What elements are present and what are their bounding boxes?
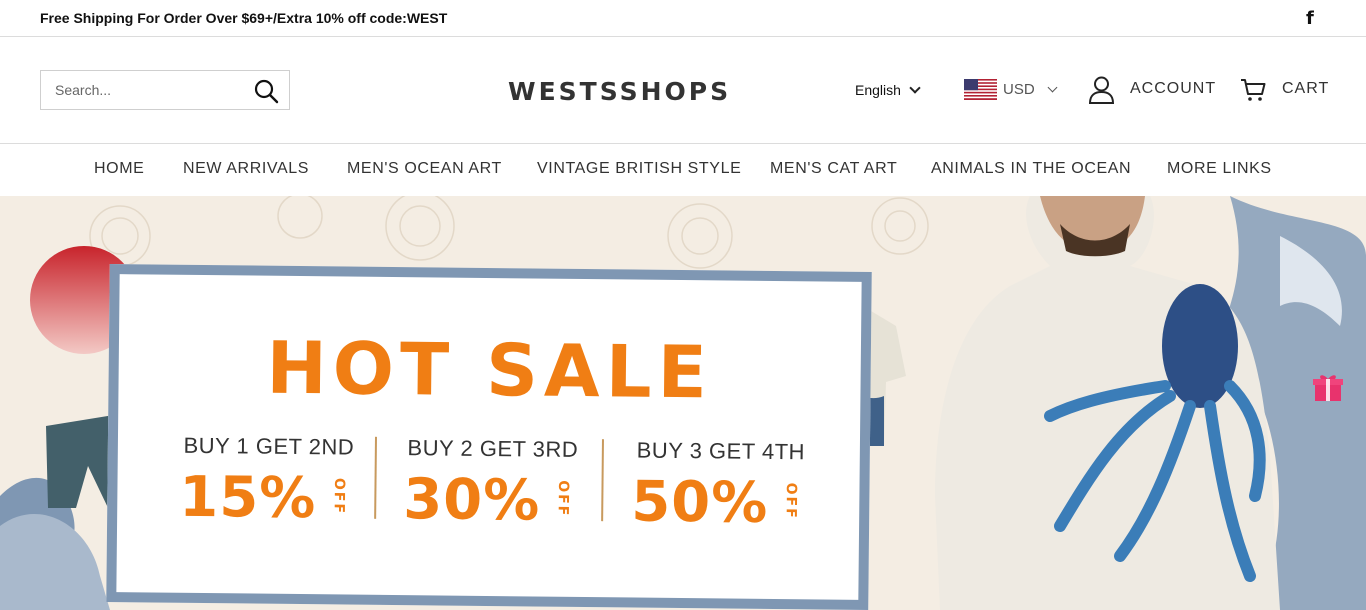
gift-icon[interactable]: [1313, 373, 1343, 403]
offer-2-off: OFF: [554, 479, 572, 517]
offer-1: BUY 1 GET 2ND 15% OFF: [163, 433, 374, 532]
cart-icon[interactable]: [1240, 77, 1266, 103]
nav-item-animals-in-the-ocean[interactable]: ANIMALS IN THE OCEAN: [931, 160, 1131, 178]
chevron-down-icon[interactable]: [1047, 82, 1058, 93]
us-flag-icon[interactable]: [964, 79, 997, 100]
offer-3-title: BUY 3 GET 4TH: [636, 437, 806, 465]
nav-item-home[interactable]: HOME: [94, 160, 144, 178]
hot-sale-headline: HOT SALE: [266, 325, 714, 415]
offer-1-percent: 15%: [178, 464, 317, 532]
language-selector[interactable]: English: [855, 82, 901, 98]
offer-2-percent: 30%: [402, 467, 541, 534]
offer-divider: [601, 439, 604, 522]
site-header: WESTSSHOPS English USD ACCOUNT CART: [0, 37, 1366, 144]
nav-item-mens-cat-art[interactable]: MEN'S CAT ART: [770, 160, 897, 178]
offer-1-title: BUY 1 GET 2ND: [183, 432, 355, 460]
chevron-down-icon[interactable]: [909, 82, 921, 94]
announcement-bar: Free Shipping For Order Over $69+/Extra …: [0, 0, 1366, 37]
search-icon[interactable]: [253, 78, 279, 104]
currency-selector[interactable]: USD: [1003, 81, 1035, 98]
offer-3-percent: 50%: [630, 469, 769, 536]
search-input[interactable]: [41, 71, 241, 109]
offer-2: BUY 2 GET 3RD 30% OFF: [387, 435, 598, 534]
search-box: [40, 70, 290, 110]
offer-2-title: BUY 2 GET 3RD: [407, 435, 579, 462]
user-icon[interactable]: [1088, 76, 1115, 104]
account-link[interactable]: ACCOUNT: [1130, 80, 1216, 98]
announcement-text: Free Shipping For Order Over $69+/Extra …: [40, 10, 448, 26]
hero-banner[interactable]: HOT SALE BUY 1 GET 2ND 15% OFF BUY 2 GET …: [0, 196, 1366, 610]
main-nav: HOME NEW ARRIVALS MEN'S OCEAN ART VINTAG…: [0, 144, 1366, 196]
offer-divider: [374, 436, 377, 519]
cart-link[interactable]: CART: [1282, 80, 1329, 98]
offer-3-off: OFF: [782, 482, 800, 520]
nav-item-new-arrivals[interactable]: NEW ARRIVALS: [183, 160, 309, 178]
facebook-icon[interactable]: f: [1306, 8, 1314, 29]
site-logo[interactable]: WESTSSHOPS: [508, 77, 731, 106]
offer-3: BUY 3 GET 4TH 50% OFF: [615, 437, 826, 536]
nav-item-more-links[interactable]: MORE LINKS: [1167, 160, 1272, 178]
nav-item-vintage-british-style[interactable]: VINTAGE BRITISH STYLE: [537, 160, 741, 178]
offer-1-off: OFF: [330, 477, 348, 515]
hot-sale-card: HOT SALE BUY 1 GET 2ND 15% OFF BUY 2 GET …: [106, 264, 872, 610]
nav-item-mens-ocean-art[interactable]: MEN'S OCEAN ART: [347, 160, 502, 178]
